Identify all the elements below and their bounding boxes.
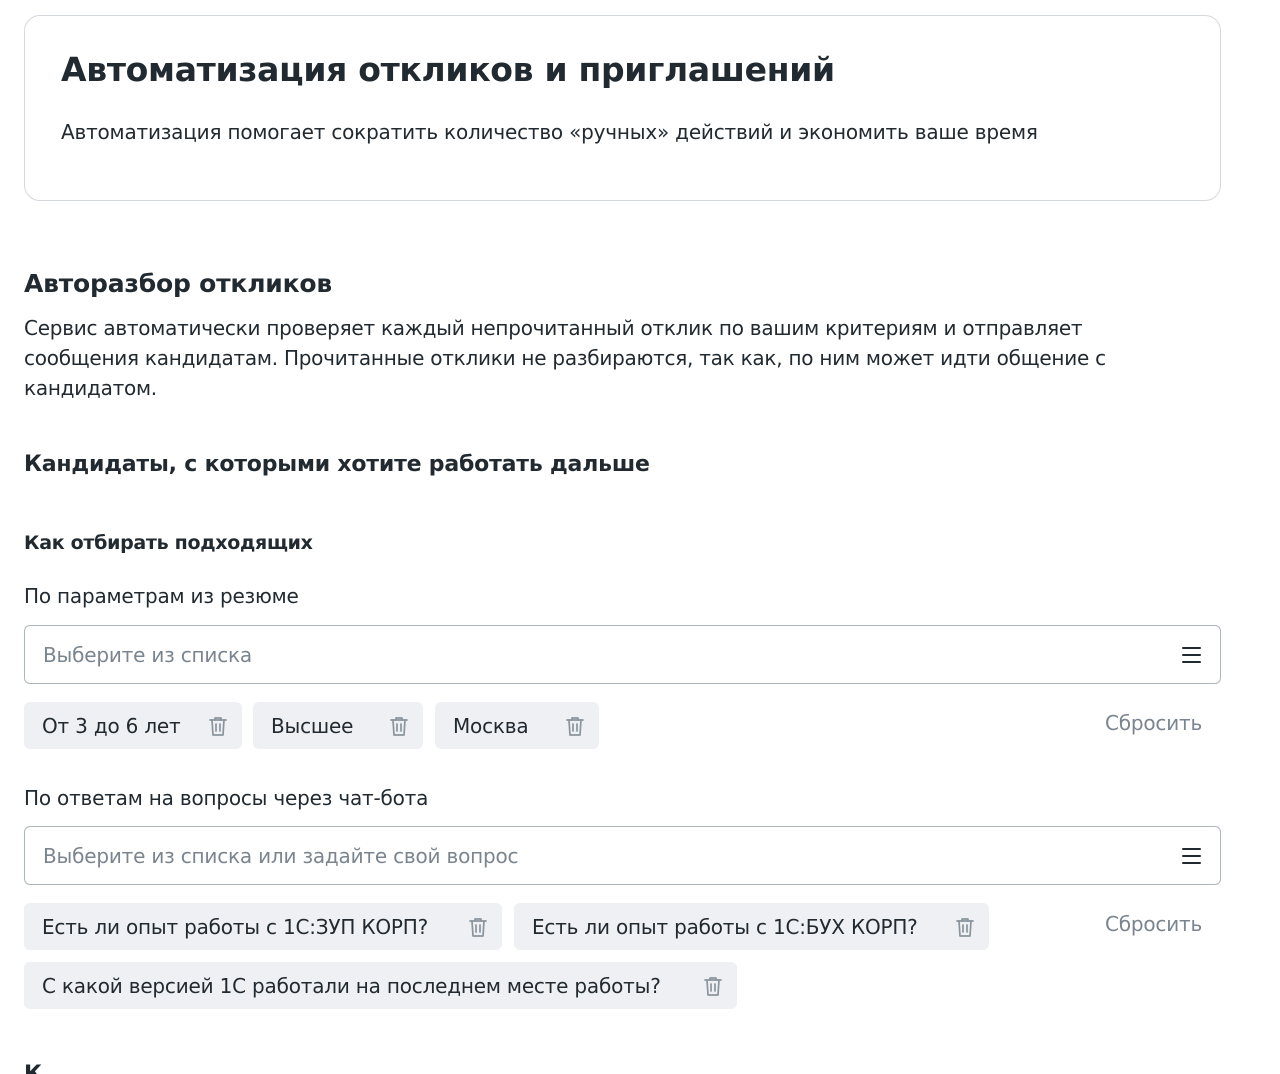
tag-label: Есть ли опыт работы с 1С:БУХ КОРП? — [532, 914, 918, 939]
chatbot-reset-link[interactable]: Сбросить — [1105, 912, 1202, 936]
trash-icon[interactable] — [389, 715, 409, 737]
trash-icon[interactable] — [955, 916, 975, 938]
chatbot-question-select[interactable]: Выберите из списка или задайте свой вопр… — [24, 826, 1221, 885]
question-tag-buh: Есть ли опыт работы с 1С:БУХ КОРП? — [514, 903, 989, 950]
question-tag-version: С какой версией 1С работали на последнем… — [24, 962, 737, 1009]
next-section-title-partial: К — [24, 1062, 42, 1074]
resume-params-select[interactable]: Выберите из списка — [24, 625, 1221, 684]
resume-reset-link[interactable]: Сбросить — [1105, 711, 1202, 735]
trash-icon[interactable] — [468, 916, 488, 938]
tag-label: Есть ли опыт работы с 1С:ЗУП КОРП? — [42, 914, 429, 939]
intro-card: Автоматизация откликов и приглашений Авт… — [24, 15, 1221, 201]
section-title: Авторазбор откликов — [24, 269, 332, 298]
criteria-title: Как отбирать подходящих — [24, 532, 313, 554]
section-description: Сервис автоматически проверяет каждый не… — [24, 316, 1106, 400]
tag-label: Высшее — [271, 713, 354, 738]
tag-label: С какой версией 1С работали на последнем… — [42, 973, 661, 998]
candidates-title: Кандидаты, с которыми хотите работать да… — [24, 452, 650, 477]
trash-icon[interactable] — [565, 715, 585, 737]
page-subtitle: Автоматизация помогает сократить количес… — [61, 120, 1038, 144]
menu-lines-icon — [1182, 847, 1202, 864]
chatbot-filter-label: По ответам на вопросы через чат-бота — [24, 786, 429, 810]
resume-filter-label: По параметрам из резюме — [24, 584, 299, 608]
tag-label: От 3 до 6 лет — [42, 713, 181, 738]
trash-icon[interactable] — [703, 975, 723, 997]
resume-tag-education: Высшее — [253, 702, 423, 749]
chatbot-select-placeholder: Выберите из списка или задайте свой вопр… — [43, 843, 519, 868]
resume-select-placeholder: Выберите из списка — [43, 642, 252, 667]
resume-tag-experience: От 3 до 6 лет — [24, 702, 242, 749]
page-title: Автоматизация откликов и приглашений — [61, 50, 835, 89]
trash-icon[interactable] — [208, 715, 228, 737]
resume-tag-city: Москва — [435, 702, 599, 749]
question-tag-zup: Есть ли опыт работы с 1С:ЗУП КОРП? — [24, 903, 502, 950]
menu-lines-icon — [1182, 646, 1202, 663]
tag-label: Москва — [453, 713, 529, 738]
